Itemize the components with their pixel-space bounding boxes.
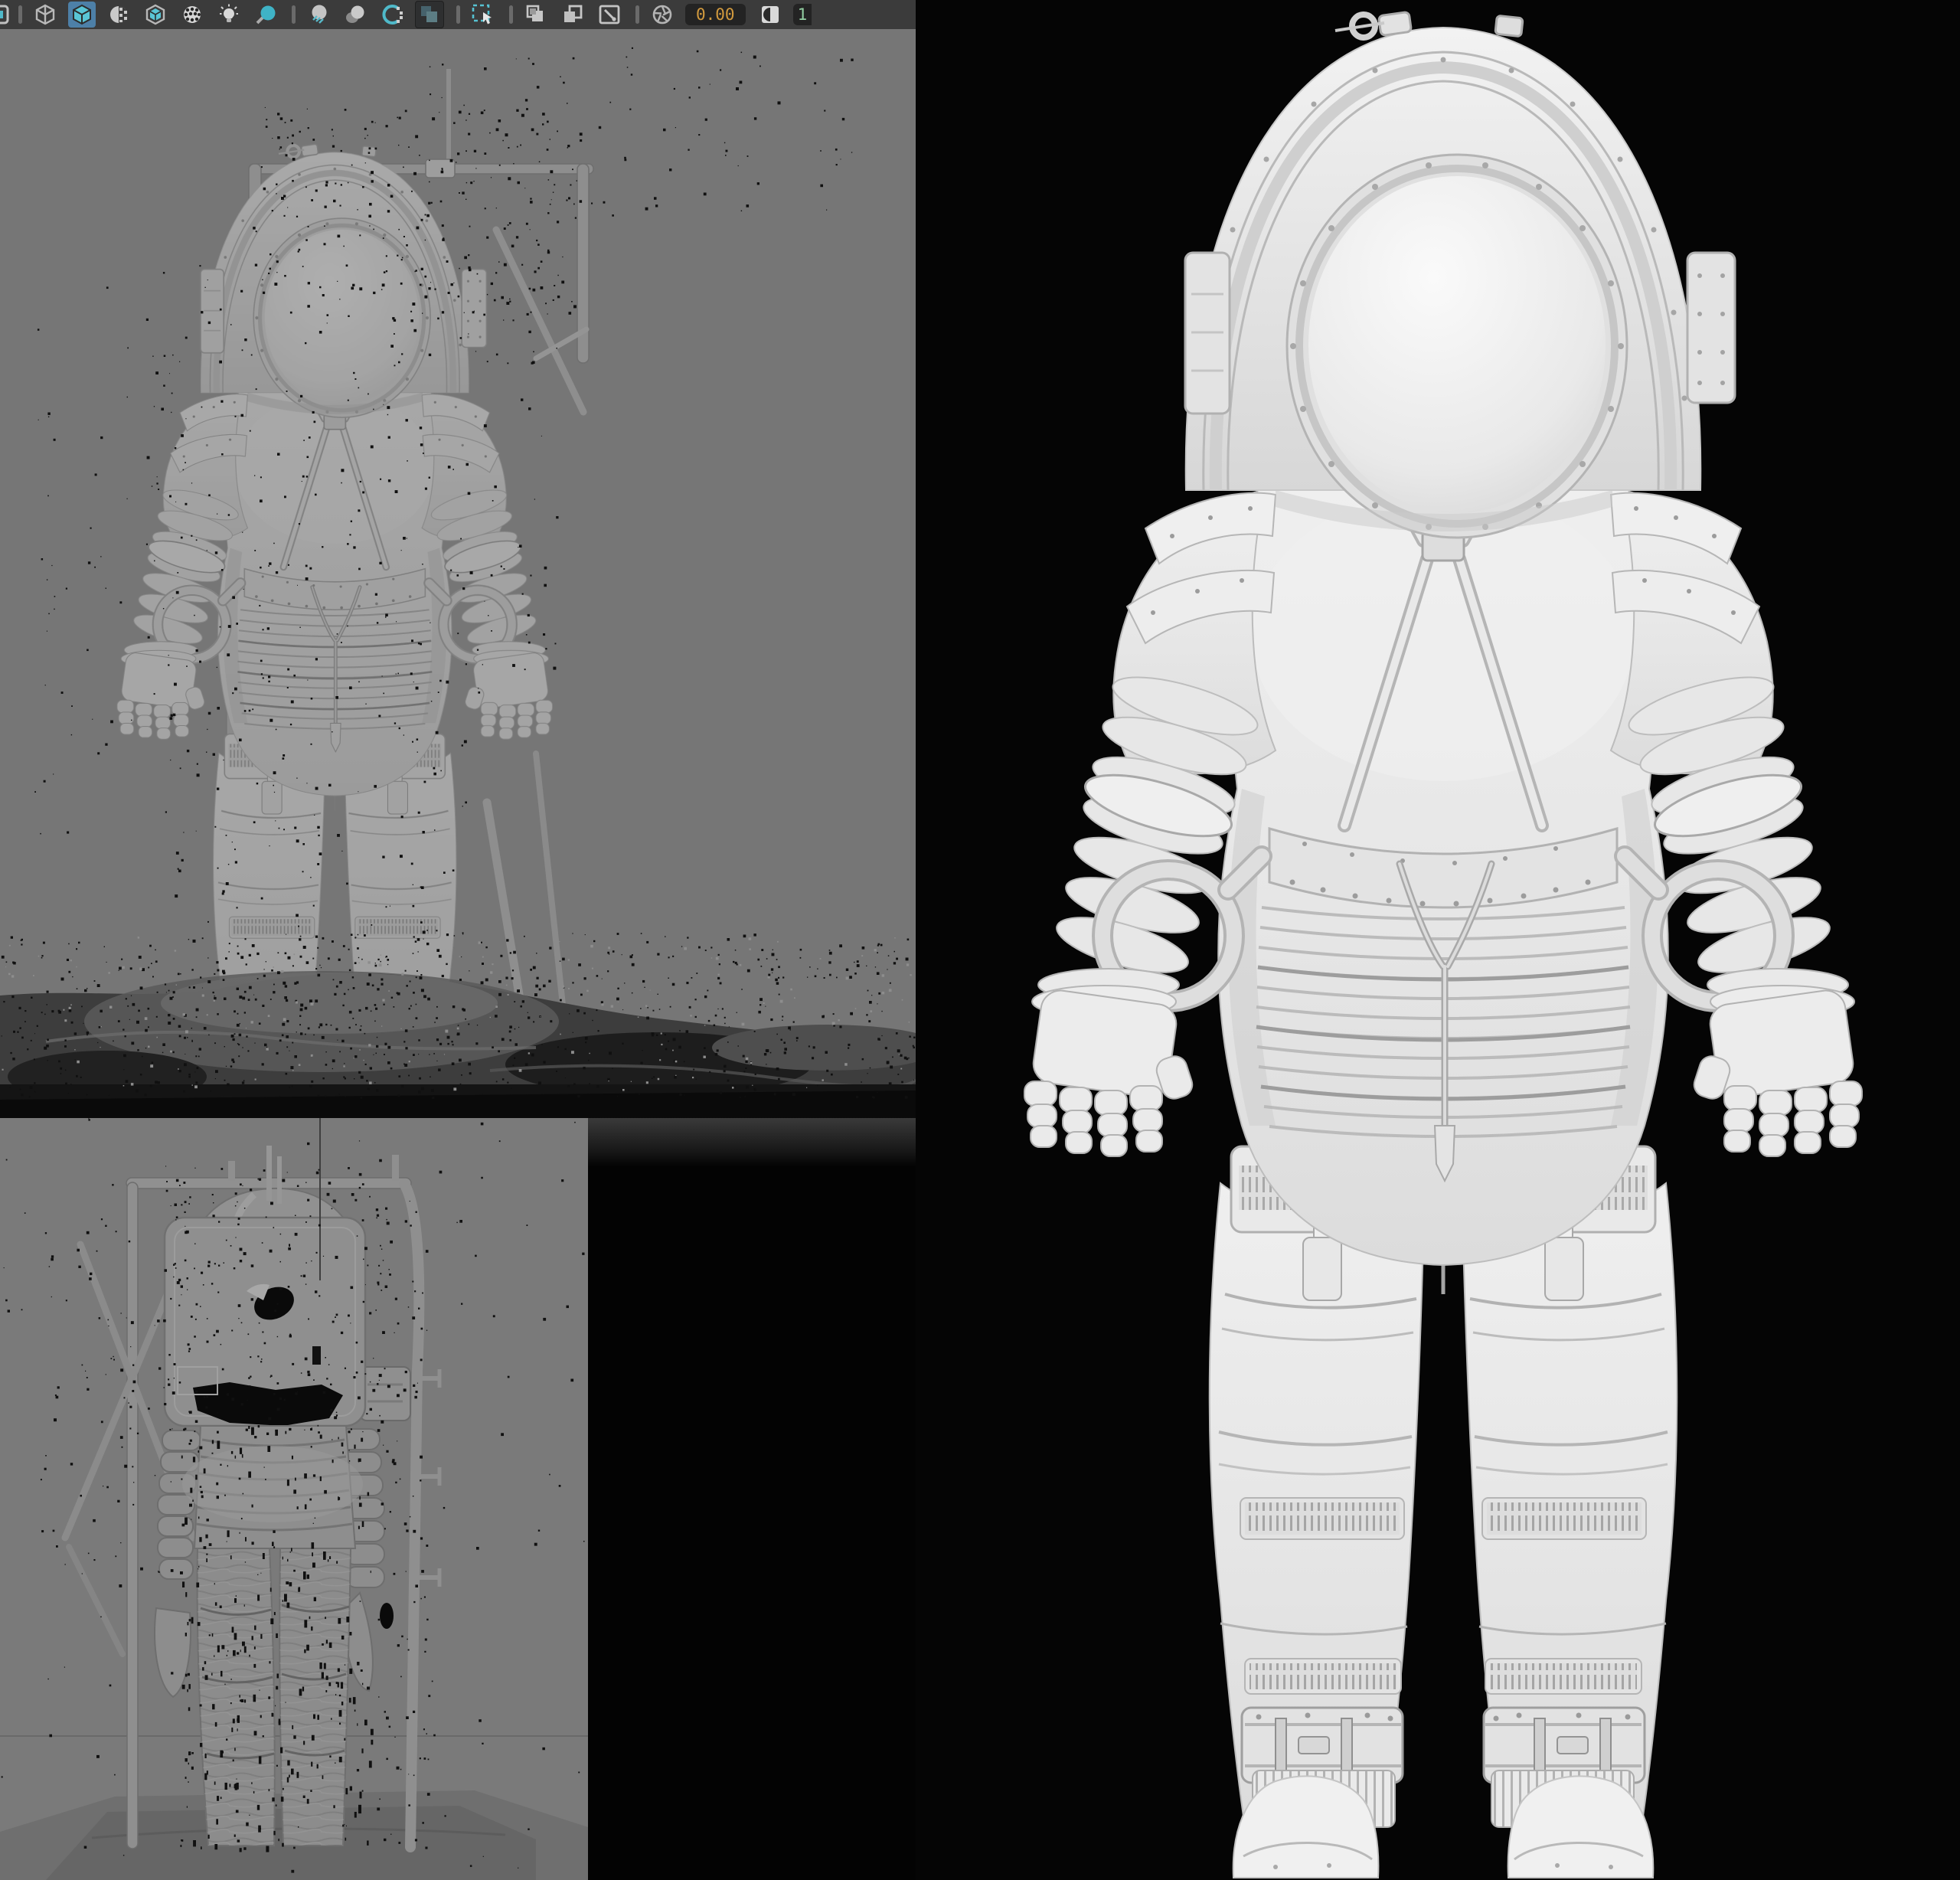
toolbar-separator bbox=[509, 5, 513, 24]
toolbar-separator bbox=[635, 5, 639, 24]
textured-sphere-icon[interactable] bbox=[105, 2, 132, 28]
multisample-icon[interactable] bbox=[415, 1, 444, 28]
back-scan-canvas bbox=[0, 1118, 588, 1880]
snapshot-icon[interactable] bbox=[596, 2, 623, 28]
render-viewport[interactable] bbox=[916, 0, 1960, 1880]
contrast-gamma-icon[interactable] bbox=[756, 2, 784, 28]
render-canvas bbox=[916, 0, 1960, 1880]
app-window: { "toolbar": { "background": "#3b3b3b", … bbox=[0, 0, 1960, 1880]
shaded-sphere-icon[interactable] bbox=[252, 2, 279, 28]
gamma-field[interactable]: 1 bbox=[793, 4, 812, 25]
smooth-shade-cube-icon[interactable] bbox=[68, 2, 96, 28]
toolbar-separator bbox=[292, 5, 296, 24]
wireframe-cube-icon[interactable] bbox=[31, 2, 59, 28]
motion-blur-icon[interactable] bbox=[378, 2, 406, 28]
occlusion-sphere-icon[interactable] bbox=[341, 2, 369, 28]
isolate-select-icon[interactable] bbox=[469, 2, 497, 28]
clipped-left-icon[interactable] bbox=[0, 3, 11, 26]
front-scan-canvas bbox=[0, 29, 916, 1118]
astronaut-render-figure bbox=[1024, 11, 1862, 1878]
terrain-fade-strip bbox=[588, 1118, 916, 1167]
textured-cube-icon[interactable] bbox=[142, 2, 169, 28]
checker-sphere-icon[interactable] bbox=[178, 2, 206, 28]
empty-filler-region bbox=[588, 1118, 916, 1880]
duplicate-squares-icon[interactable] bbox=[522, 2, 550, 28]
lighting-bulb-icon[interactable] bbox=[215, 2, 243, 28]
exposure-field[interactable]: 0.00 bbox=[685, 4, 746, 25]
astronaut-front-scan-figure bbox=[117, 144, 553, 1114]
toolbar-separator bbox=[456, 5, 460, 24]
exposure-aperture-icon[interactable] bbox=[648, 2, 676, 28]
viewport-toolbar: 0.00 1 bbox=[0, 0, 916, 29]
shadows-sphere-icon[interactable] bbox=[305, 2, 332, 28]
back-scan-viewport[interactable] bbox=[0, 1118, 588, 1880]
overlap-squares-icon[interactable] bbox=[559, 2, 586, 28]
scan-terrain bbox=[0, 971, 916, 1118]
toolbar-separator bbox=[18, 5, 22, 24]
front-scan-viewport[interactable] bbox=[0, 29, 916, 1118]
